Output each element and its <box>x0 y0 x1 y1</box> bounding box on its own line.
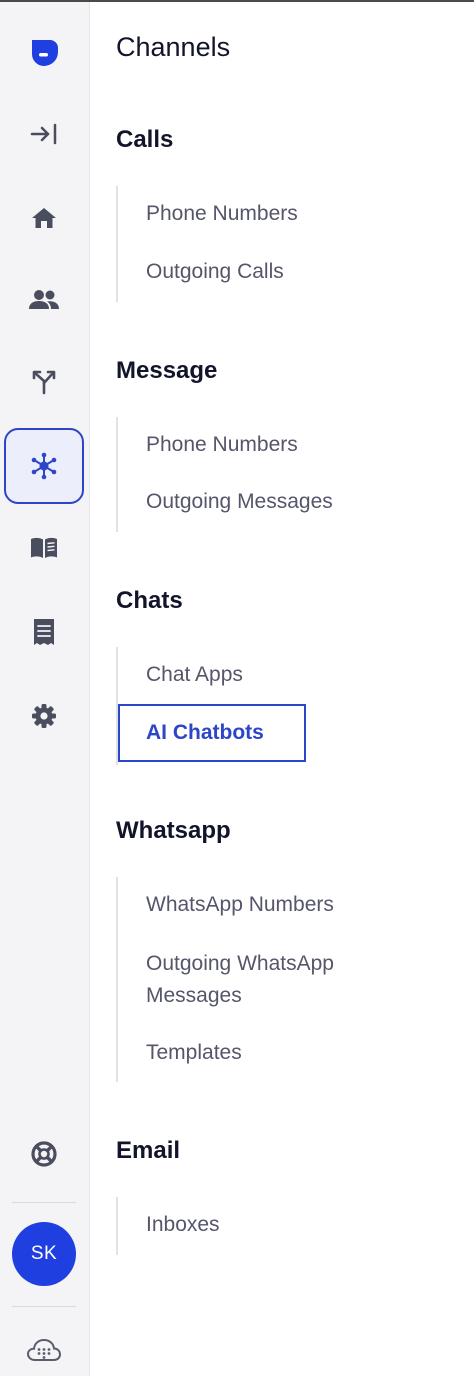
nav-item-inboxes[interactable]: Inboxes <box>146 1209 220 1241</box>
contacts-icon <box>28 289 60 311</box>
knowledge-button[interactable] <box>4 510 84 586</box>
nav-item-whatsapp-numbers[interactable]: WhatsApp Numbers <box>146 889 334 921</box>
channels-hub-icon <box>30 452 58 480</box>
section-title-calls: Calls <box>116 126 174 153</box>
whatsapp-nav-group: WhatsApp Numbers Outgoing WhatsApp Messa… <box>116 877 334 1082</box>
home-button[interactable] <box>4 180 84 256</box>
rail-divider <box>12 1306 76 1307</box>
section-title-chats: Chats <box>116 587 183 614</box>
nav-item-outgoing-messages[interactable]: Outgoing Messages <box>146 486 333 518</box>
contacts-button[interactable] <box>4 262 84 338</box>
user-avatar[interactable]: SK <box>12 1222 76 1286</box>
nav-item-label-line2: Messages <box>146 984 242 1007</box>
knowledge-book-icon <box>29 536 59 560</box>
routing-button[interactable] <box>4 344 84 420</box>
nav-item-phone-numbers[interactable]: Phone Numbers <box>146 198 298 230</box>
routing-icon <box>31 369 57 395</box>
cloud-dialpad-icon <box>26 1337 62 1363</box>
nav-item-ai-chatbots[interactable]: AI Chatbots <box>118 704 306 762</box>
expand-sidebar-icon <box>30 122 58 146</box>
app-window: SK Channels Calls Phone Numbers Outgoing… <box>0 0 474 1376</box>
channels-panel: Channels Calls Phone Numbers Outgoing Ca… <box>90 2 474 1376</box>
expand-sidebar-button[interactable] <box>4 96 84 172</box>
help-lifebuoy-icon <box>30 1140 58 1168</box>
settings-button[interactable] <box>4 678 84 754</box>
home-icon <box>31 206 57 230</box>
billing-button[interactable] <box>4 594 84 670</box>
nav-item-chat-apps[interactable]: Chat Apps <box>146 659 243 691</box>
page-title: Channels <box>116 32 231 62</box>
channels-button[interactable] <box>4 428 84 504</box>
message-nav-group: Phone Numbers Outgoing Messages <box>116 417 333 532</box>
billing-receipt-icon <box>32 618 56 646</box>
section-title-message: Message <box>116 357 218 384</box>
section-title-email: Email <box>116 1137 181 1164</box>
logo-button[interactable] <box>4 14 84 90</box>
section-title-whatsapp: Whatsapp <box>116 817 231 844</box>
rail-divider <box>12 1202 76 1203</box>
settings-gear-icon <box>31 703 57 729</box>
nav-item-message-phone-numbers[interactable]: Phone Numbers <box>146 429 298 461</box>
chats-nav-group: Chat Apps AI Chatbots <box>116 647 306 765</box>
nav-item-templates[interactable]: Templates <box>146 1037 242 1069</box>
nav-item-label-line1: Outgoing WhatsApp <box>146 952 334 975</box>
calls-nav-group: Phone Numbers Outgoing Calls <box>116 186 298 302</box>
dialpad-cloud-button[interactable] <box>4 1312 84 1376</box>
icon-rail: SK <box>0 2 90 1376</box>
nav-item-outgoing-whatsapp-messages[interactable]: Outgoing WhatsApp Messages <box>146 948 334 1012</box>
email-nav-group: Inboxes <box>116 1197 220 1255</box>
help-button[interactable] <box>4 1116 84 1192</box>
logo-icon <box>28 36 60 68</box>
nav-item-outgoing-calls[interactable]: Outgoing Calls <box>146 256 284 288</box>
